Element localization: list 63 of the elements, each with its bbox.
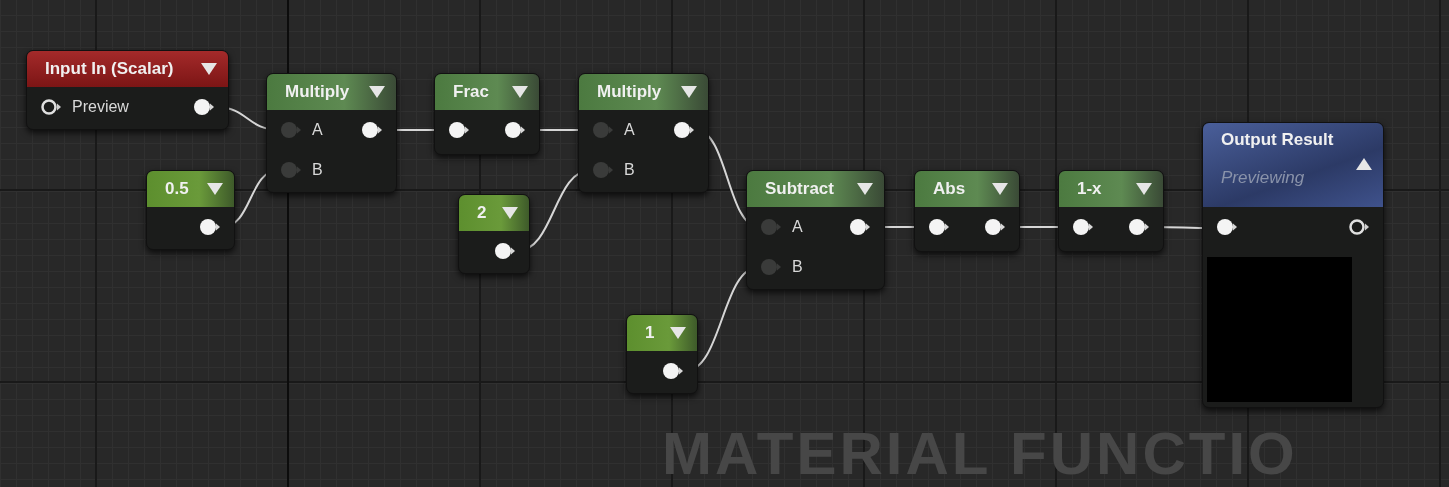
input-pin[interactable] bbox=[280, 161, 302, 179]
node-title: Multiply bbox=[285, 81, 350, 104]
node-title: 2 bbox=[477, 202, 487, 225]
expand-arrow-icon[interactable] bbox=[501, 206, 519, 220]
node-title: 1-x bbox=[1077, 178, 1102, 201]
input-pin[interactable] bbox=[40, 98, 62, 116]
expand-arrow-icon[interactable] bbox=[368, 85, 386, 99]
input-pin[interactable] bbox=[592, 121, 614, 139]
input-pin[interactable] bbox=[592, 161, 614, 179]
node-title: 0.5 bbox=[165, 178, 189, 201]
function-node[interactable]: Frac bbox=[434, 73, 540, 155]
output-pin[interactable] bbox=[662, 362, 684, 380]
node-title: Input In (Scalar) bbox=[45, 58, 174, 81]
constant-node[interactable]: 2 bbox=[458, 194, 530, 274]
expand-arrow-icon[interactable] bbox=[200, 62, 218, 76]
output-pin[interactable] bbox=[494, 242, 516, 260]
input-pin[interactable] bbox=[760, 218, 782, 236]
output-pin[interactable] bbox=[193, 98, 215, 116]
input-pin[interactable] bbox=[1072, 218, 1094, 236]
pin-label: Preview bbox=[72, 97, 129, 117]
output-pin[interactable] bbox=[849, 218, 871, 236]
node-title: Output Result bbox=[1221, 130, 1334, 149]
node-title: Frac bbox=[453, 81, 489, 104]
input-pin[interactable] bbox=[760, 258, 782, 276]
pin-label: B bbox=[312, 160, 323, 180]
expand-arrow-icon[interactable] bbox=[991, 182, 1009, 196]
output-pin[interactable] bbox=[1128, 218, 1150, 236]
function-node[interactable]: Multiply A B bbox=[578, 73, 709, 193]
input-node[interactable]: Input In (Scalar) Preview bbox=[26, 50, 229, 130]
pin-label: B bbox=[792, 257, 803, 277]
function-node[interactable]: Multiply A B bbox=[266, 73, 397, 193]
expand-arrow-icon[interactable] bbox=[856, 182, 874, 196]
output-pin[interactable] bbox=[673, 121, 695, 139]
node-title: Subtract bbox=[765, 178, 834, 201]
collapse-arrow-icon[interactable] bbox=[1355, 157, 1373, 171]
expand-arrow-icon[interactable] bbox=[1135, 182, 1153, 196]
node-title: Abs bbox=[933, 178, 966, 201]
expand-arrow-icon[interactable] bbox=[680, 85, 698, 99]
pin-label: A bbox=[312, 120, 323, 140]
output-pin[interactable] bbox=[361, 121, 383, 139]
input-pin[interactable] bbox=[280, 121, 302, 139]
node-title: 1 bbox=[645, 322, 655, 345]
constant-node[interactable]: 0.5 bbox=[146, 170, 235, 250]
function-node[interactable]: Subtract A B bbox=[746, 170, 885, 290]
preview-status: Previewing bbox=[1221, 166, 1305, 189]
constant-node[interactable]: 1 bbox=[626, 314, 698, 394]
pin-label: A bbox=[792, 217, 803, 237]
output-pin[interactable] bbox=[1348, 218, 1370, 236]
input-pin[interactable] bbox=[928, 218, 950, 236]
expand-arrow-icon[interactable] bbox=[206, 182, 224, 196]
output-pin[interactable] bbox=[504, 121, 526, 139]
function-node[interactable]: Abs bbox=[914, 170, 1020, 252]
output-pin[interactable] bbox=[984, 218, 1006, 236]
input-pin[interactable] bbox=[1216, 218, 1238, 236]
output-pin[interactable] bbox=[199, 218, 221, 236]
pin-label: A bbox=[624, 120, 635, 140]
function-node[interactable]: 1-x bbox=[1058, 170, 1164, 252]
output-node[interactable]: Output Result Previewing bbox=[1202, 122, 1384, 408]
pin-label: B bbox=[624, 160, 635, 180]
input-pin[interactable] bbox=[448, 121, 470, 139]
expand-arrow-icon[interactable] bbox=[511, 85, 529, 99]
expand-arrow-icon[interactable] bbox=[669, 326, 687, 340]
node-title: Multiply bbox=[597, 81, 662, 104]
